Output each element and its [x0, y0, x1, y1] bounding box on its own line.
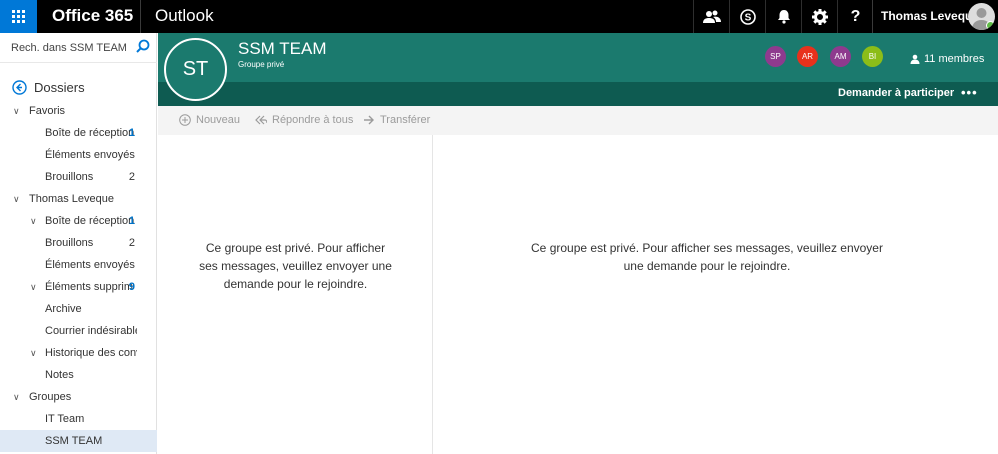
- folder-label: Brouillons: [45, 171, 94, 183]
- plus-circle-icon: [179, 114, 191, 126]
- folder-label: Éléments supprim: [45, 281, 134, 293]
- folder-item[interactable]: Brouillons 2: [0, 232, 157, 254]
- folder-item[interactable]: Archive: [0, 298, 157, 320]
- people-button[interactable]: [693, 0, 729, 33]
- folder-item[interactable]: Notes: [0, 364, 157, 386]
- skype-button[interactable]: S: [729, 0, 765, 33]
- folder-item[interactable]: Boîte de réception 1: [0, 122, 157, 144]
- folder-item[interactable]: Brouillons 2: [0, 166, 157, 188]
- unread-count: 9: [128, 281, 135, 293]
- reply-all-button[interactable]: Répondre à tous: [255, 114, 353, 126]
- folder-item[interactable]: SSM TEAM: [0, 430, 157, 452]
- reading-pane: Ce groupe est privé. Pour afficher ses m…: [434, 135, 998, 454]
- folder-item[interactable]: Courrier indésirable: [0, 320, 157, 342]
- forward-label: Transférer: [380, 114, 431, 126]
- folder-label: Thomas Leveque: [29, 193, 114, 205]
- search-box[interactable]: Rech. dans SSM TEAM: [0, 33, 157, 63]
- member-avatar[interactable]: AR: [797, 46, 818, 67]
- user-name[interactable]: Thomas Leveque: [881, 9, 979, 23]
- group-name: SSM TEAM: [238, 39, 327, 58]
- folder-label: Courrier indésirable: [45, 325, 137, 337]
- unread-count: 2: [128, 237, 135, 249]
- gear-icon: [811, 8, 828, 25]
- waffle-icon: [12, 10, 25, 23]
- search-icon[interactable]: [136, 39, 150, 53]
- brand-title[interactable]: Office 365: [52, 6, 133, 26]
- divider: [872, 0, 873, 33]
- forward-arrow-icon: [364, 115, 374, 125]
- folder-label: Groupes: [29, 391, 72, 403]
- help-icon: ?: [850, 7, 861, 25]
- folder-item[interactable]: Éléments envoyés: [0, 144, 157, 166]
- chevron-down-icon[interactable]: ∨: [30, 210, 37, 232]
- chevron-down-icon[interactable]: ∨: [30, 342, 37, 364]
- message-list-pane: Ce groupe est privé. Pour afficher ses m…: [158, 135, 433, 454]
- folder-sidebar: Rech. dans SSM TEAM Dossiers ∨ Favoris Boî…: [0, 33, 157, 454]
- notifications-button[interactable]: [765, 0, 801, 33]
- forward-button[interactable]: Transférer: [363, 114, 430, 126]
- members-count: 11 membres: [924, 53, 985, 65]
- folder-label: Éléments envoyés: [45, 259, 135, 271]
- app-launcher-button[interactable]: [0, 0, 37, 33]
- help-button[interactable]: ?: [837, 0, 873, 33]
- folder-label: Boîte de réception: [45, 215, 135, 227]
- svg-text:S: S: [744, 12, 751, 23]
- group-header: Demander à participer ••• ST SSM TEAM Gr…: [158, 33, 998, 106]
- group-avatar: ST: [164, 38, 227, 101]
- folder-label: Notes: [45, 369, 74, 381]
- app-title[interactable]: Outlook: [155, 6, 214, 26]
- chevron-down-icon[interactable]: ∨: [30, 276, 37, 298]
- top-bar: Office 365 Outlook S ? Thomas Leveque: [0, 0, 998, 33]
- folder-group-header[interactable]: ∨ Favoris: [0, 100, 157, 122]
- reply-all-icon: [255, 115, 267, 125]
- more-options-button[interactable]: •••: [961, 85, 978, 100]
- group-type: Groupe privé: [238, 60, 285, 69]
- member-avatar[interactable]: AM: [830, 46, 851, 67]
- folder-label: Historique des conve: [45, 347, 137, 359]
- chevron-down-icon[interactable]: ∨: [13, 100, 20, 122]
- unread-count: 1: [128, 215, 135, 227]
- folder-label: IT Team: [45, 413, 85, 425]
- folder-item[interactable]: IT Team: [0, 408, 157, 430]
- unread-count: 2: [128, 171, 135, 183]
- folder-label: SSM TEAM: [45, 435, 103, 447]
- member-avatar[interactable]: SP: [765, 46, 786, 67]
- folder-group-header[interactable]: ∨ Thomas Leveque: [0, 188, 157, 210]
- folders-header[interactable]: Dossiers: [12, 80, 85, 95]
- bell-icon: [777, 10, 790, 24]
- people-icon: [702, 10, 721, 23]
- folder-label: Boîte de réception: [45, 127, 135, 139]
- member-avatar[interactable]: BI: [862, 46, 883, 67]
- join-group-button[interactable]: Demander à participer: [838, 87, 954, 99]
- folder-label: Favoris: [29, 105, 66, 117]
- chevron-down-icon[interactable]: ∨: [13, 386, 20, 408]
- user-avatar[interactable]: [968, 3, 995, 30]
- members-button[interactable]: 11 membres: [910, 53, 984, 65]
- reply-all-label: Répondre à tous: [272, 114, 354, 126]
- search-input[interactable]: Rech. dans SSM TEAM: [11, 42, 127, 54]
- folders-title: Dossiers: [34, 80, 85, 95]
- person-icon: [910, 54, 920, 64]
- back-arrow-icon[interactable]: [12, 80, 27, 95]
- group-action-strip: Demander à participer •••: [158, 82, 998, 106]
- folder-label: Éléments envoyés: [45, 149, 135, 161]
- folder-item[interactable]: ∨ Boîte de réception 1: [0, 210, 157, 232]
- folder-item[interactable]: ∨ Historique des conve: [0, 342, 157, 364]
- folder-group-header[interactable]: ∨ Groupes: [0, 386, 157, 408]
- divider: [140, 0, 141, 33]
- new-button[interactable]: Nouveau: [179, 114, 240, 126]
- folder-label: Archive: [45, 303, 82, 315]
- unread-count: 1: [128, 127, 135, 139]
- chevron-down-icon[interactable]: ∨: [13, 188, 20, 210]
- folder-label: Brouillons: [45, 237, 94, 249]
- settings-button[interactable]: [801, 0, 837, 33]
- presence-badge: [986, 21, 995, 30]
- private-group-message: Ce groupe est privé. Pour afficher ses m…: [199, 241, 392, 291]
- new-label: Nouveau: [196, 114, 241, 126]
- command-bar: Nouveau Répondre à tous Transférer: [158, 106, 998, 135]
- skype-icon: S: [739, 8, 756, 25]
- private-group-message: Ce groupe est privé. Pour afficher ses m…: [531, 241, 883, 273]
- folder-item[interactable]: ∨ Éléments supprim 9: [0, 276, 157, 298]
- folder-item[interactable]: Éléments envoyés: [0, 254, 157, 276]
